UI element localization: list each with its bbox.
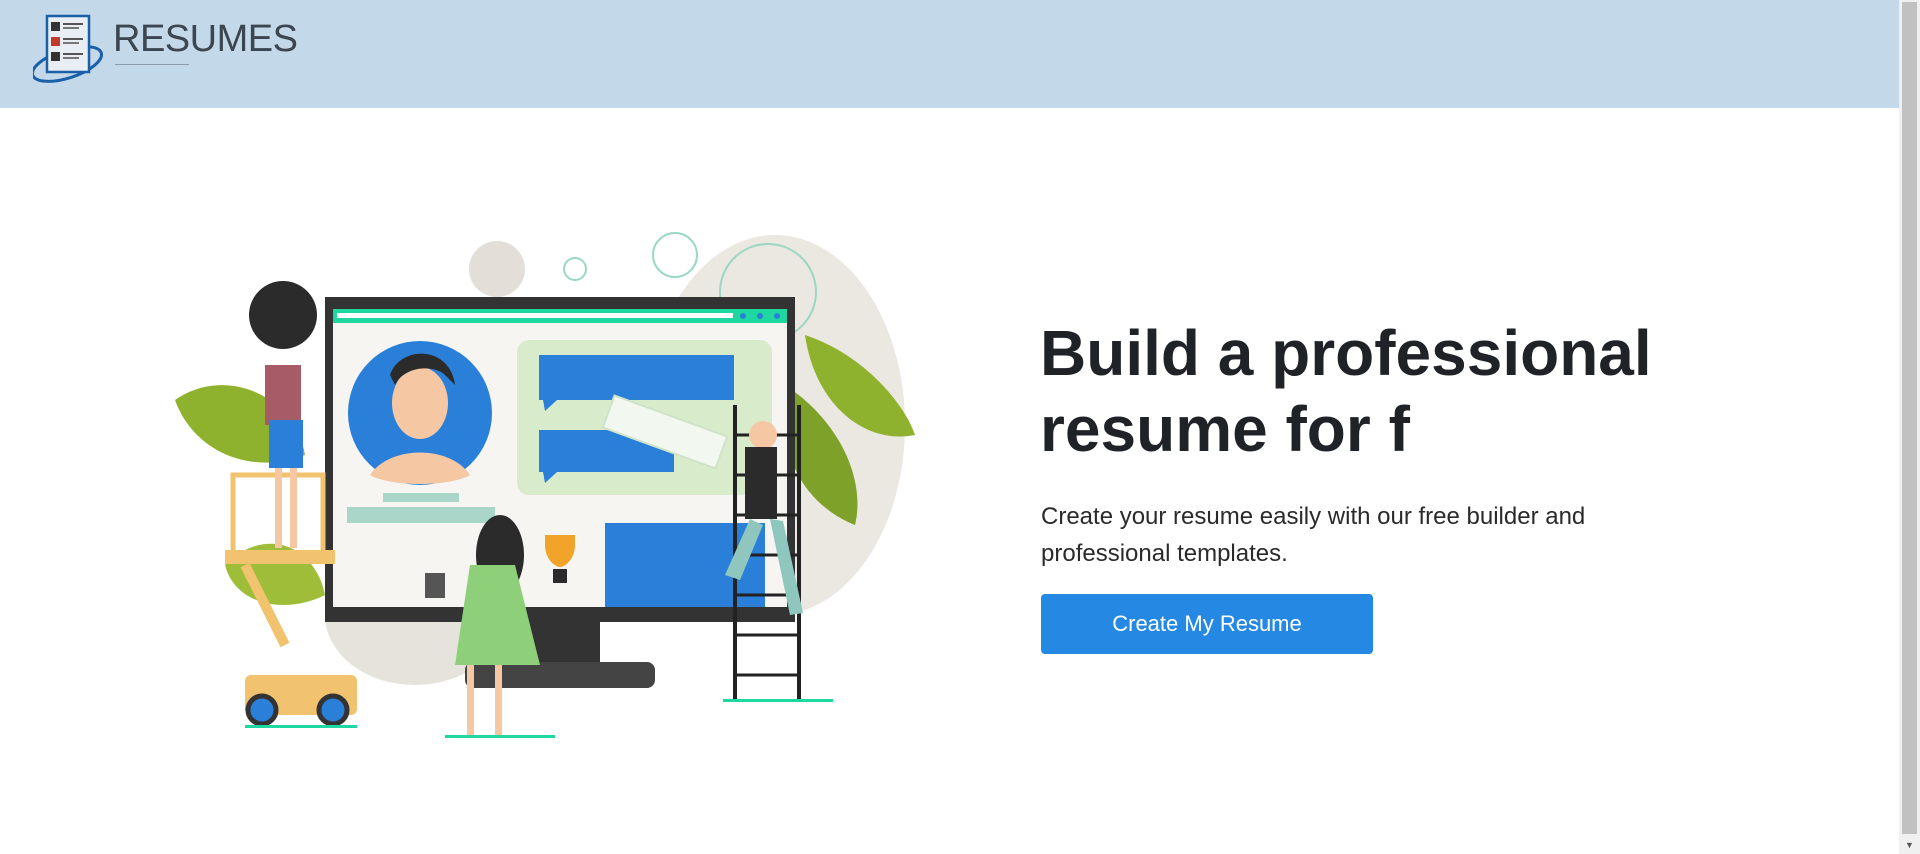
chevron-down-icon[interactable]: ▼ (1899, 836, 1920, 854)
site-header: RESUMES (0, 0, 1899, 108)
hero-illustration (175, 232, 915, 738)
scrollbar-thumb[interactable] (1902, 2, 1917, 834)
brand-logo[interactable]: RESUMES (33, 12, 303, 84)
create-resume-button[interactable]: Create My Resume (1041, 594, 1373, 654)
vertical-scrollbar[interactable]: ▼ (1899, 0, 1920, 854)
hero-title: Build a professional resume for f (1040, 317, 1652, 465)
brand-name: RESUMES (113, 18, 298, 60)
brand-underline (115, 64, 189, 65)
hero-subtitle: Create your resume easily with our free … (1041, 503, 1586, 567)
resume-document-icon (33, 14, 104, 83)
